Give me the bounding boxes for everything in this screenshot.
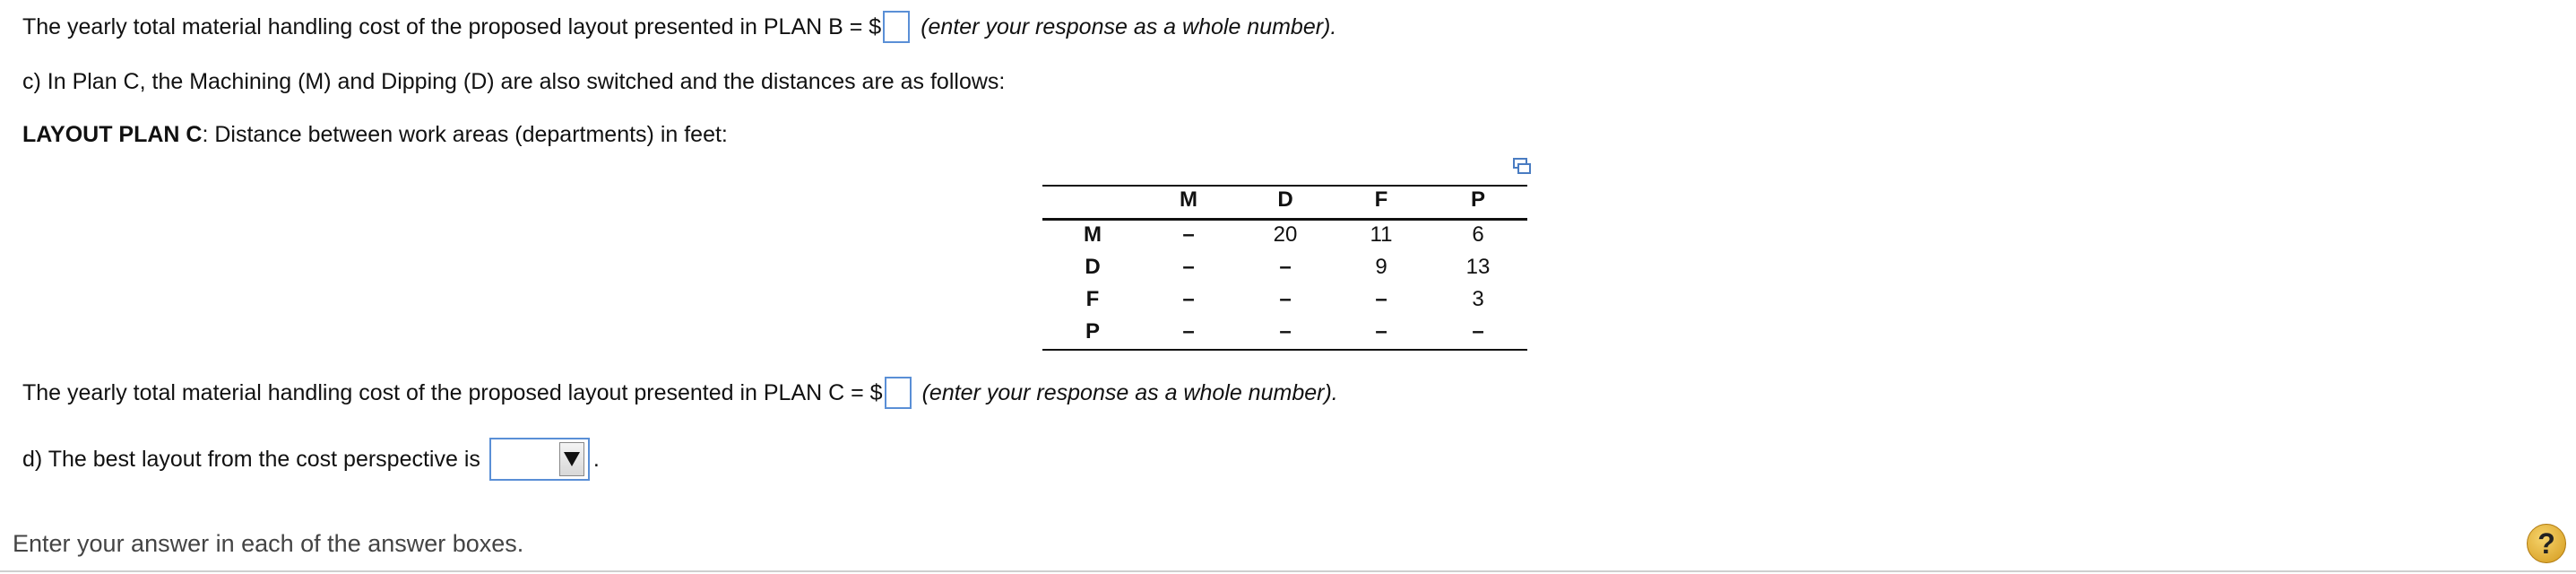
dropdown-button[interactable]: [558, 442, 584, 476]
column-header: P: [1470, 187, 1485, 212]
table-cell: –: [1279, 255, 1292, 279]
table-cell: –: [1182, 255, 1195, 279]
part-c-text: c) In Plan C, the Machining (M) and Dipp…: [22, 69, 1005, 95]
plan-c-answer-input[interactable]: [884, 377, 912, 409]
footer-divider: [0, 570, 2576, 572]
plan-c-question: The yearly total material handling cost …: [22, 377, 1338, 409]
chevron-down-icon: [563, 452, 580, 466]
plan-b-prefix: The yearly total material handling cost …: [22, 13, 882, 39]
best-layout-dropdown[interactable]: [488, 438, 590, 481]
plan-c-prefix: The yearly total material handling cost …: [22, 379, 883, 405]
footer-instruction: Enter your answer in each of the answer …: [13, 530, 524, 557]
table-cell: –: [1182, 287, 1195, 311]
part-d-suffix: .: [592, 446, 600, 472]
table-cell: –: [1375, 287, 1387, 311]
column-header: M: [1180, 187, 1197, 212]
table-cell: –: [1279, 319, 1292, 344]
copy-table-icon[interactable]: [1512, 157, 1532, 175]
table-cell: 9: [1375, 255, 1387, 279]
layout-plan-c-title: LAYOUT PLAN C: Distance between work are…: [22, 122, 728, 148]
row-header: D: [1085, 255, 1101, 279]
table-cell: –: [1182, 222, 1195, 247]
table-cell: 6: [1472, 222, 1484, 247]
plan-b-answer-input[interactable]: [883, 11, 911, 43]
part-c-label: c) In Plan C, the Machining (M) and Dipp…: [22, 69, 1006, 94]
column-header: F: [1374, 187, 1388, 212]
table-top-rule: [1042, 185, 1527, 187]
column-header: D: [1277, 187, 1293, 212]
help-icon[interactable]: ?: [2527, 524, 2566, 563]
table-cell: 3: [1472, 287, 1484, 311]
part-d-prefix: d) The best layout from the cost perspec…: [22, 446, 480, 472]
table-cell: 11: [1370, 222, 1393, 247]
table-cell: 20: [1273, 222, 1298, 247]
table-cell: –: [1375, 319, 1387, 344]
table-cell: –: [1472, 319, 1484, 344]
part-d-question: d) The best layout from the cost perspec…: [22, 438, 600, 481]
table-cell: 13: [1465, 255, 1491, 279]
plan-b-hint: (enter your response as a whole number).: [921, 13, 1337, 39]
table-cell: –: [1182, 319, 1195, 344]
table-cell: –: [1279, 287, 1292, 311]
layout-plan-c-label: LAYOUT PLAN C: [22, 122, 203, 147]
row-header: F: [1085, 287, 1100, 311]
row-header: M: [1084, 222, 1102, 247]
layout-plan-c-description: : Distance between work areas (departmen…: [202, 122, 728, 147]
plan-c-hint: (enter your response as a whole number).: [921, 379, 1338, 405]
table-header-rule: [1042, 218, 1527, 221]
plan-b-question: The yearly total material handling cost …: [22, 11, 1336, 43]
row-header: P: [1085, 319, 1100, 344]
table-bottom-rule: [1042, 349, 1527, 351]
